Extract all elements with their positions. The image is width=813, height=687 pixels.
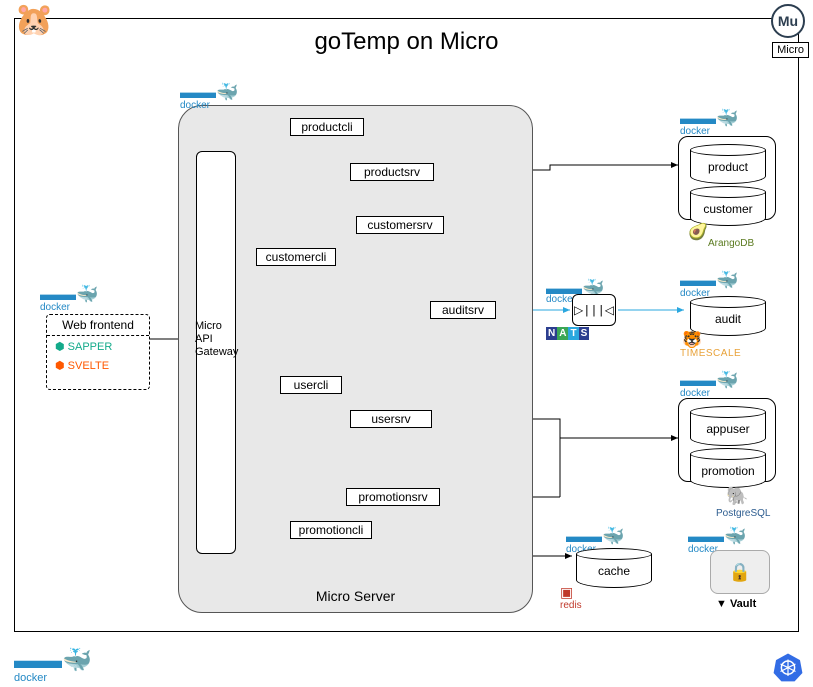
customersrv-node: customersrv: [356, 216, 444, 234]
productsrv-node: productsrv: [350, 163, 434, 181]
docker-footer-icon: ▬▬🐳: [14, 646, 92, 675]
sapper-icon: ⬢ SAPPER: [47, 336, 120, 357]
vault-label: ▼ Vault: [716, 598, 756, 610]
nats-node: ▷|||◁: [572, 294, 616, 326]
micro-server-label: Micro Server: [316, 588, 395, 604]
postgres-icon: 🐘: [726, 486, 748, 507]
appuser-db: appuser: [690, 412, 766, 446]
promotionsrv-node: promotionsrv: [346, 488, 440, 506]
docker-label: docker: [40, 302, 70, 313]
web-frontend-group: Web frontend ⬢ SAPPER ⬢ SVELTE: [46, 314, 150, 390]
lock-icon: 🔒: [729, 562, 751, 583]
docker-footer-label: docker: [14, 672, 47, 684]
svelte-icon: ⬢ SVELTE: [47, 357, 117, 374]
mu-badge-icon: Mu: [771, 4, 805, 38]
usersrv-node: usersrv: [350, 410, 432, 428]
timescale-label: TIMESCALE: [680, 348, 741, 359]
customercli-node: customercli: [256, 248, 336, 266]
cache-db: cache: [576, 554, 652, 588]
docker-label: docker: [180, 100, 210, 111]
usercli-node: usercli: [280, 376, 342, 394]
postgres-label: PostgreSQL: [716, 508, 770, 519]
timescale-icon: 🐯: [682, 330, 702, 350]
api-gateway-label: Micro API Gateway: [195, 320, 248, 360]
micro-corner-label: Micro: [772, 42, 809, 58]
nats-label: NATS: [546, 328, 589, 339]
arango-label: ArangoDB: [708, 238, 754, 249]
vault-node: 🔒: [710, 550, 770, 594]
sapper-label: SAPPER: [68, 341, 113, 353]
promotioncli-node: promotioncli: [290, 521, 372, 539]
redis-icon: ▣: [560, 584, 573, 601]
gopher-icon: 🐹: [14, 0, 54, 38]
svelte-label: SVELTE: [68, 360, 109, 372]
arango-icon: 🥑: [688, 222, 708, 242]
promotion-db: promotion: [690, 454, 766, 488]
redis-label: redis: [560, 600, 582, 611]
customer-db: customer: [690, 192, 766, 226]
auditsrv-node: auditsrv: [430, 301, 496, 319]
productcli-node: productcli: [290, 118, 364, 136]
diagram-title: goTemp on Micro: [0, 28, 813, 56]
nats-glyph-icon: ▷|||◁: [574, 303, 614, 318]
kubernetes-icon: [773, 652, 803, 682]
web-frontend-header: Web frontend: [47, 315, 149, 336]
product-db: product: [690, 150, 766, 184]
